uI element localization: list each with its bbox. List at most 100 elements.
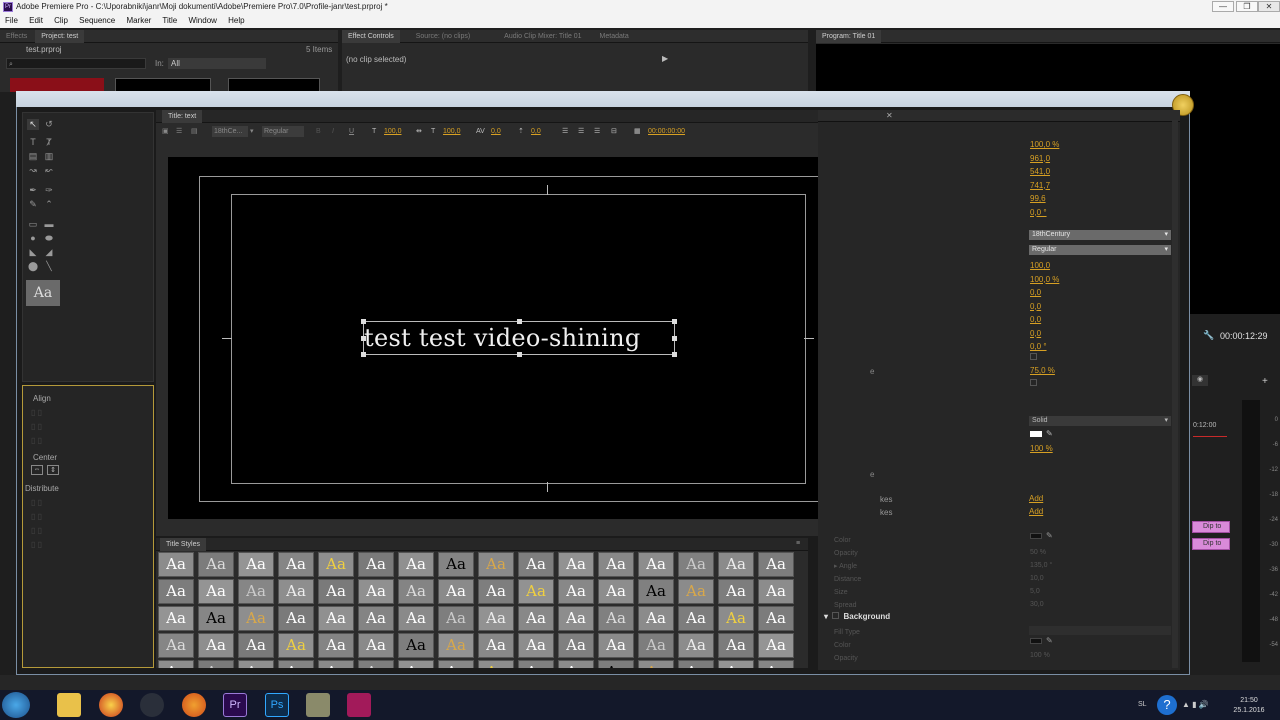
italic-button[interactable]: I [332,124,334,140]
menu-file[interactable]: File [5,16,18,25]
title-style-swatch[interactable]: Aa [598,660,634,668]
tab-program[interactable]: Program: Title 01 [816,30,882,43]
title-style-swatch[interactable]: Aa [558,660,594,668]
font-dropdown-arrow-icon[interactable]: ▾ [250,124,254,140]
style-dropdown[interactable]: Regular [262,126,304,137]
title-style-swatch[interactable]: Aa [638,660,674,668]
title-style-swatch[interactable]: Aa [518,660,554,668]
title-style-swatch[interactable]: Aa [238,606,274,631]
kerning-value[interactable]: 0,0 [1030,300,1059,314]
title-style-swatch[interactable]: Aa [478,660,514,668]
tab-title[interactable]: Title: text [162,110,203,123]
title-style-swatch[interactable]: Aa [278,606,314,631]
area-type-tool-icon[interactable]: ▤ [27,151,39,162]
distribute-buttons[interactable]: ▯ ▯ ▯ ▯ ▯ ▯ ▯ ▯ [31,496,42,552]
vertical-path-type-tool-icon[interactable]: ↜ [43,165,55,176]
title-style-swatch[interactable]: Aa [678,660,714,668]
title-style-swatch[interactable]: Aa [518,579,554,604]
title-style-swatch[interactable]: Aa [518,606,554,631]
small-caps-size-value[interactable]: 75,0 % [1030,366,1055,375]
title-style-swatch[interactable]: Aa [398,606,434,631]
leading-value[interactable]: 100,0 [443,124,461,140]
resize-handle[interactable] [361,352,366,357]
premiere-taskbar-icon[interactable]: Pr [223,693,247,717]
align-center-icon[interactable]: ☰ [578,124,584,140]
title-style-swatch[interactable]: Aa [318,606,354,631]
resize-handle[interactable] [361,319,366,324]
start-button-icon[interactable] [2,692,30,718]
leading-value[interactable]: 0,0 [1030,286,1059,300]
line-tool-icon[interactable]: ╲ [43,261,55,272]
title-style-swatch[interactable]: Aa [278,552,314,577]
vertical-area-type-tool-icon[interactable]: ▥ [43,151,55,162]
title-style-swatch[interactable]: Aa [438,633,474,658]
rotation-value[interactable]: 0,0 ° [1030,206,1059,220]
project-search-input[interactable]: ⌕ [6,58,146,69]
title-style-swatch[interactable]: Aa [558,606,594,631]
title-style-swatch[interactable]: Aa [238,633,274,658]
title-style-swatch[interactable]: Aa [158,606,194,631]
new-title-icon[interactable]: ▣ [162,124,169,140]
title-style-swatch[interactable]: Aa [358,633,394,658]
title-style-swatch[interactable]: Aa [758,633,794,658]
tab-title-styles[interactable]: Title Styles [160,538,206,551]
title-style-swatch[interactable]: Aa [678,633,714,658]
roll-options-icon[interactable]: ☰ [176,124,182,140]
title-style-swatch[interactable]: Aa [278,633,314,658]
title-style-swatch[interactable]: Aa [758,660,794,668]
center-vertical-icon[interactable]: ⇕ [47,465,59,475]
background-checkbox[interactable] [832,612,840,619]
title-style-swatch[interactable]: Aa [478,552,514,577]
tab-audio-clip-mixer[interactable]: Audio Clip Mixer: Title 01 [498,30,587,43]
camera-icon[interactable]: ◉ [1192,375,1208,386]
clock[interactable]: 21:50 25.1.2016 [1232,696,1266,716]
title-style-swatch[interactable]: Aa [198,552,234,577]
x-position-value[interactable]: 961,0 [1030,152,1059,166]
restore-button[interactable]: ❐ [1236,1,1258,12]
ellipse-tool-icon[interactable]: ⬤ [27,261,39,272]
title-style-swatch[interactable]: Aa [358,660,394,668]
templates-icon[interactable]: ▤ [191,124,198,140]
title-style-swatch[interactable]: Aa [158,579,194,604]
title-style-swatch[interactable]: Aa [758,552,794,577]
close-button[interactable]: ✕ [1258,1,1280,12]
tracking-value[interactable]: 0,0 [491,124,501,140]
in-dropdown[interactable]: All [168,58,266,69]
rounded-corner-tool-icon[interactable]: ⬬ [43,233,55,244]
title-style-swatch[interactable]: Aa [158,660,194,668]
menu-edit[interactable]: Edit [29,16,43,25]
rotation-tool-icon[interactable]: ↺ [43,119,55,130]
play-triangle-icon[interactable]: ▶ [662,54,668,63]
app-taskbar-icon[interactable] [306,693,330,717]
menu-sequence[interactable]: Sequence [79,16,115,25]
opacity-value[interactable]: 100,0 % [1030,138,1059,152]
title-style-swatch[interactable]: Aa [358,552,394,577]
title-style-swatch[interactable]: Aa [198,579,234,604]
title-style-swatch[interactable]: Aa [358,579,394,604]
language-indicator[interactable]: SL [1138,701,1147,708]
title-style-swatch[interactable]: Aa [438,606,474,631]
font-style-dropdown[interactable]: Regular ▾ [1029,245,1171,255]
text-bounding-box[interactable]: test test video-shining [363,321,675,355]
tray-icons[interactable]: ▲ ▮ 🔊 [1182,700,1209,709]
resize-handle[interactable] [361,336,366,341]
type-tool-icon[interactable]: T [27,137,39,148]
title-style-swatch[interactable]: Aa [478,579,514,604]
align-buttons[interactable]: ▯ ▯ ▯ ▯ ▯ ▯ [31,406,42,448]
menu-window[interactable]: Window [188,16,216,25]
title-style-swatch[interactable]: Aa [358,606,394,631]
menu-clip[interactable]: Clip [54,16,68,25]
title-style-swatch[interactable]: Aa [198,633,234,658]
title-style-swatch[interactable]: Aa [398,579,434,604]
resize-handle[interactable] [672,319,677,324]
title-style-swatch[interactable]: Aa [278,660,314,668]
fill-type-dropdown[interactable]: Solid ▾ [1029,416,1171,426]
title-style-swatch[interactable]: Aa [478,606,514,631]
title-style-swatch[interactable]: Aa [398,660,434,668]
wedge-tool-icon[interactable]: ◣ [27,247,39,258]
menu-marker[interactable]: Marker [126,16,151,25]
title-style-swatch[interactable]: Aa [518,552,554,577]
resize-handle[interactable] [517,352,522,357]
rounded-rectangle-tool-icon[interactable]: ● [27,233,39,244]
add-anchor-tool-icon[interactable]: ✎ [27,199,39,210]
